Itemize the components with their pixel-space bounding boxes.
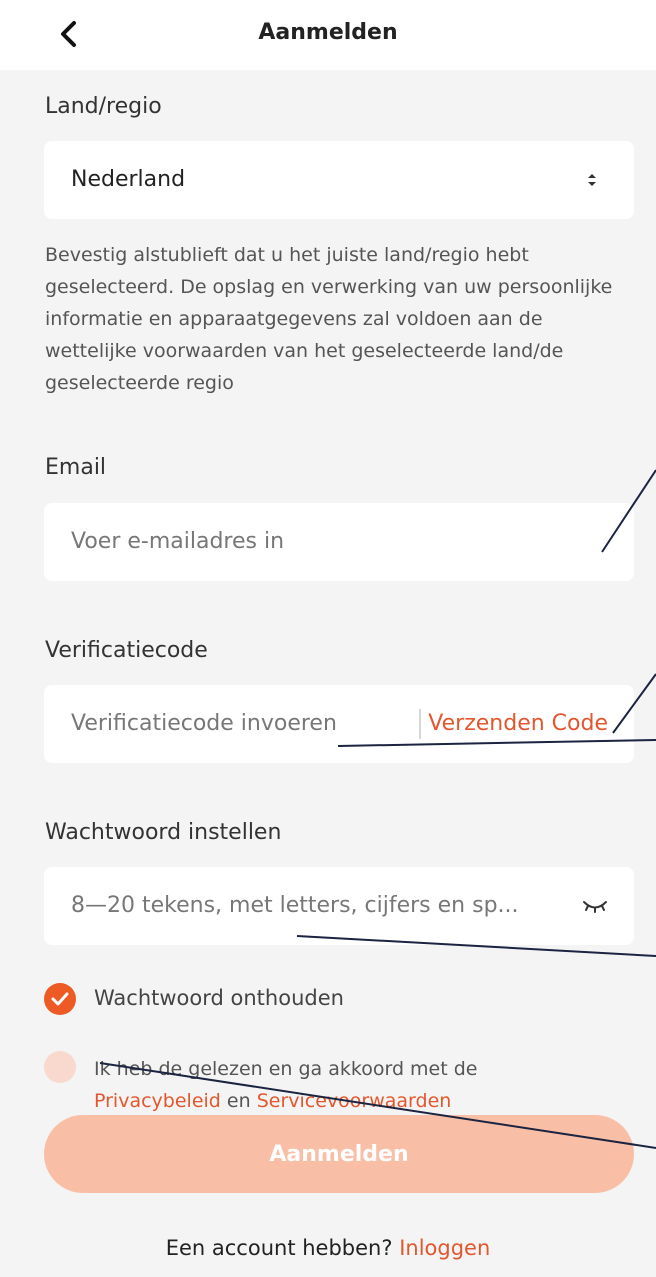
password-label: Wachtwoord instellen [45, 820, 282, 845]
send-code-button[interactable]: Verzenden Code [428, 711, 608, 736]
remember-checkbox[interactable] [44, 983, 76, 1015]
remember-label: Wachtwoord onthouden [94, 986, 344, 1010]
agreement-text: Ik heb de gelezen en ga akkoord met de P… [94, 1053, 614, 1117]
login-link[interactable]: Inloggen [399, 1236, 490, 1260]
service-terms-link[interactable]: Servicevoorwaarden [257, 1090, 452, 1112]
login-prompt: Een account hebben? Inloggen [0, 1236, 656, 1260]
region-value: Nederland [71, 167, 186, 192]
register-button[interactable]: Aanmelden [44, 1115, 634, 1193]
page-title: Aanmelden [258, 20, 398, 45]
agreement-conjunction: en [226, 1090, 251, 1112]
region-label: Land/regio [45, 94, 162, 119]
email-placeholder: Voer e-mailadres in [71, 529, 285, 554]
privacy-link[interactable]: Privacybeleid [94, 1090, 221, 1112]
email-label: Email [45, 455, 107, 480]
agreement-text-before: Ik heb de gelezen en ga akkoord met de [94, 1058, 478, 1080]
verification-label: Verificatiecode [45, 638, 208, 663]
field-divider [419, 709, 421, 739]
header-bar: Aanmelden [0, 0, 656, 70]
checkmark-icon [51, 992, 69, 1006]
select-arrows-icon [588, 174, 596, 186]
region-note: Bevestig alstublieft dat u het juiste la… [45, 244, 613, 394]
login-prompt-text: Een account hebben? [165, 1236, 393, 1260]
verification-field[interactable]: Verificatiecode invoeren Verzenden Code [44, 685, 634, 763]
email-field[interactable]: Voer e-mailadres in [44, 503, 634, 581]
agreement-checkbox[interactable] [44, 1051, 76, 1083]
password-placeholder: 8—20 tekens, met letters, cijfers en sp.… [71, 893, 519, 918]
eye-closed-icon[interactable] [582, 897, 608, 915]
region-select[interactable]: Nederland [44, 141, 634, 219]
register-page: Aanmelden Land/regio Nederland Bevestig … [0, 0, 656, 1277]
password-field[interactable]: 8—20 tekens, met letters, cijfers en sp.… [44, 867, 634, 945]
verification-placeholder: Verificatiecode invoeren [71, 711, 337, 736]
